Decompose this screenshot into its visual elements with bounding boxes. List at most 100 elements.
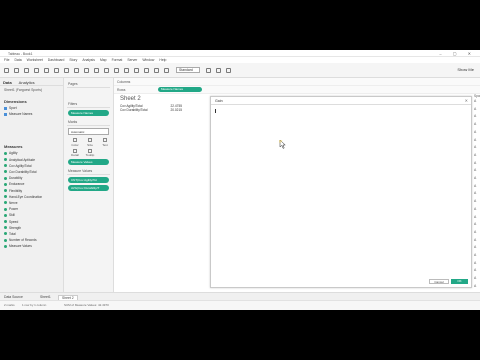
- measure-value-pill[interactable]: AVG(Cov Durability/T: [68, 185, 109, 191]
- tab-analytics[interactable]: Analytics: [16, 78, 38, 86]
- share-icon[interactable]: [226, 68, 231, 73]
- mark-type-select[interactable]: Automatic: [68, 128, 109, 135]
- sort-descending-icon[interactable]: [124, 68, 129, 73]
- calc-name-input[interactable]: Gain: [215, 99, 223, 103]
- window-controls[interactable]: – ▢ ✕: [439, 51, 476, 56]
- cancel-button[interactable]: Cancel: [429, 279, 449, 284]
- menu-dashboard[interactable]: Dashboard: [48, 58, 65, 62]
- measure-icon: [4, 158, 7, 162]
- marks-buttons: Color Size Text Detail Tooltip: [68, 137, 109, 157]
- run-update-icon[interactable]: [64, 68, 69, 73]
- measures-header: Measures: [4, 144, 23, 150]
- tooltip-button[interactable]: Tooltip: [83, 148, 97, 157]
- columns-shelf[interactable]: Columns: [114, 78, 480, 86]
- color-icon: [73, 138, 77, 142]
- dimension-icon: [4, 106, 7, 110]
- fix-axes-icon[interactable]: [154, 68, 159, 73]
- rows-shelf[interactable]: Rows Measure Names: [114, 86, 480, 94]
- measures-list: Agility Analytical Aptitude Cov Agility/…: [0, 150, 63, 249]
- table-row[interactable]: Cov Durability/Total 20.0215: [120, 108, 182, 112]
- fit-select[interactable]: Standard: [176, 67, 200, 73]
- sheet-title[interactable]: Sheet 2: [114, 94, 210, 104]
- measure-value-pill[interactable]: CNT(Cov Agility/Tot: [68, 177, 109, 183]
- data-pane-tabs: Data Analytics: [0, 78, 63, 86]
- status-sum: SUM of Measure Values: 42.4970: [64, 303, 109, 307]
- pause-icon[interactable]: [54, 68, 59, 73]
- menu-window[interactable]: Window: [142, 58, 154, 62]
- tab-sheet1[interactable]: Sheet1: [40, 295, 51, 299]
- measure-icon: [4, 182, 7, 186]
- text-table: Cov Agility/Total 22.4755 Cov Durability/…: [120, 104, 210, 112]
- menu-server[interactable]: Server: [127, 58, 137, 62]
- measure-icon: [4, 189, 7, 192]
- pages-card[interactable]: Pages: [67, 81, 110, 98]
- right-legend-strip: Sport AAA AAA AAA AAA AAA AAA AAA AAA A: [474, 94, 480, 292]
- present-icon[interactable]: [216, 68, 221, 73]
- menu-help[interactable]: Help: [159, 58, 166, 62]
- redo-icon[interactable]: [24, 68, 29, 73]
- duplicate-icon[interactable]: [84, 68, 89, 73]
- marks-card: Marks Automatic Color Size Text Detail T…: [67, 119, 110, 165]
- tab-data[interactable]: Data: [0, 78, 15, 86]
- tableau-logo-icon[interactable]: [4, 68, 9, 73]
- status-rows-cols: 1 row by 1 column: [22, 303, 47, 307]
- color-button[interactable]: Color: [68, 137, 82, 147]
- marks-card-title: Marks: [67, 119, 110, 126]
- datasource-name[interactable]: Sheet1 (Fargoest Sports): [0, 86, 63, 94]
- tab-sheet2[interactable]: Sheet 2: [58, 294, 78, 300]
- measure-values-card-title: Measure Values: [67, 168, 110, 175]
- text-button[interactable]: Text: [98, 137, 112, 147]
- dimension-field[interactable]: Measure Names: [0, 111, 63, 117]
- group-icon[interactable]: [134, 68, 139, 73]
- chart-icon[interactable]: [206, 68, 211, 73]
- toolbar: Standard Show Me: [0, 63, 480, 78]
- cards-column: Pages Filters Measure Names Marks Automa…: [64, 78, 114, 292]
- measure-icon: [4, 238, 7, 242]
- detail-icon: [73, 148, 77, 153]
- measure-icon: [4, 151, 7, 155]
- sheet-tabs: Data Source Sheet1 Sheet 2: [0, 292, 480, 300]
- mouse-cursor-icon: [279, 140, 286, 149]
- menu-worksheet[interactable]: Worksheet: [27, 58, 43, 62]
- size-button[interactable]: Size: [83, 137, 97, 147]
- ok-button[interactable]: OK: [451, 279, 468, 284]
- worksheet-view: Sheet 2 Cov Agility/Total 22.4755 Cov Dur…: [114, 94, 210, 292]
- filter-pill[interactable]: Measure Names: [68, 110, 109, 116]
- menu-story[interactable]: Story: [69, 58, 77, 62]
- menu-map[interactable]: Map: [100, 58, 107, 62]
- measure-icon: [4, 195, 7, 199]
- clear-icon[interactable]: [94, 68, 99, 73]
- menu-data[interactable]: Data: [14, 58, 21, 62]
- menu-file[interactable]: File: [4, 58, 9, 62]
- new-worksheet-icon[interactable]: [74, 68, 79, 73]
- size-icon: [88, 138, 92, 142]
- rows-pill[interactable]: Measure Names: [158, 87, 202, 92]
- filters-card[interactable]: Filters Measure Names: [67, 101, 110, 116]
- dimensions-header: Dimensions: [4, 99, 27, 104]
- measure-icon: [4, 201, 7, 205]
- marks-text-pill[interactable]: Measure Values: [68, 159, 109, 165]
- filters-card-title: Filters: [67, 101, 110, 108]
- tab-data-source[interactable]: Data Source: [4, 295, 23, 299]
- labels-icon[interactable]: [144, 68, 149, 73]
- highlight-icon[interactable]: [164, 68, 169, 73]
- window-title: Tableau - Book1: [8, 51, 33, 56]
- swap-icon[interactable]: [104, 68, 109, 73]
- measure-icon: [4, 244, 7, 248]
- detail-button[interactable]: Detail: [68, 148, 82, 157]
- measure-icon: [4, 226, 7, 230]
- new-datasource-icon[interactable]: [44, 68, 49, 73]
- undo-icon[interactable]: [14, 68, 19, 73]
- dialog-footer: Cancel OK: [211, 277, 471, 287]
- measure-field[interactable]: Measure Values: [0, 243, 63, 249]
- formula-editor[interactable]: [213, 107, 469, 277]
- menu-analysis[interactable]: Analysis: [82, 58, 95, 62]
- dialog-header: Gain ✕: [211, 97, 471, 105]
- save-icon[interactable]: [34, 68, 39, 73]
- close-icon[interactable]: ✕: [465, 98, 468, 103]
- sort-ascending-icon[interactable]: [114, 68, 119, 73]
- show-me-button[interactable]: Show Me: [457, 67, 474, 72]
- measure-icon: [4, 207, 7, 211]
- menu-format[interactable]: Format: [112, 58, 123, 62]
- tableau-window: Tableau - Book1 – ▢ ✕ File Data Workshee…: [0, 50, 480, 310]
